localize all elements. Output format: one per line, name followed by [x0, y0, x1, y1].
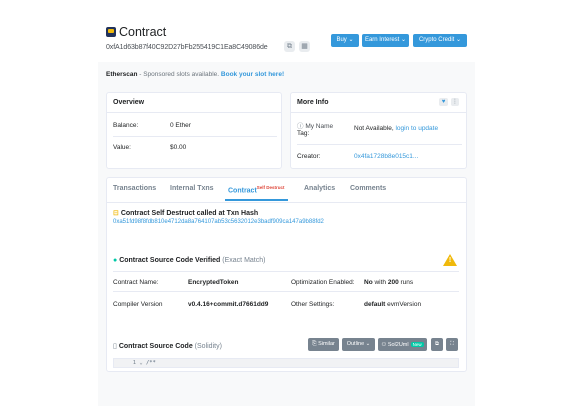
warning-icon: ⊟ [113, 210, 119, 217]
divider [107, 112, 281, 113]
tab-analytics[interactable]: Analytics [304, 185, 335, 192]
diagram-icon: ⚇ [381, 342, 387, 348]
similar-label: Similar [318, 341, 335, 347]
active-tab-indicator [225, 199, 288, 201]
optimization-value: No with 200 runs [364, 279, 413, 286]
login-to-update-link[interactable]: login to update [395, 125, 438, 132]
outline-label: Outline [346, 341, 365, 347]
name-tag-label-2: Tag: [297, 130, 310, 137]
self-destruct-txn-hash-link[interactable]: 0xa51fd98f8fdb810e4712da8a764107ab53c563… [113, 219, 324, 225]
source-code-language: (Solidity) [194, 343, 222, 350]
verified-subtitle: (Exact Match) [222, 257, 266, 264]
more-info-card: More Info ♥ ⋮ ⓘ My Name Tag: Not Availab… [290, 92, 467, 169]
other-settings-label: Other Settings: [291, 301, 335, 308]
self-destruct-title: Contract Self Destruct called at Txn Has… [120, 210, 259, 217]
divider [297, 144, 462, 145]
qr-code-icon[interactable]: ▦ [299, 41, 310, 52]
code-line-number: 1 [132, 360, 136, 366]
crypto-credit-button[interactable]: Crypto Credit ⌄ [413, 34, 467, 47]
contract-address[interactable]: 0xfA1d63b87f40C92D27bFb255419C1Ea8C49086… [106, 44, 268, 51]
contract-name-value: EncryptedToken [188, 279, 239, 286]
buy-button-label: Buy [336, 37, 347, 43]
sol2uml-label: Sol2Uml [387, 342, 409, 348]
overview-title: Overview [113, 99, 145, 106]
divider [291, 112, 466, 113]
divider [113, 136, 277, 137]
verified-heading: ● Contract Source Code Verified (Exact M… [113, 257, 265, 264]
value-amount: $0.00 [170, 144, 187, 151]
value-label: Value: [113, 144, 131, 151]
outline-button[interactable]: Outline ⌄ [342, 338, 375, 351]
self-destruct-badge: Self Destruct [256, 185, 285, 190]
tab-internal-txns[interactable]: Internal Txns [170, 185, 214, 192]
contract-logo-icon [106, 27, 116, 37]
page-title: Contract [119, 25, 167, 39]
page-header: Contract 0xfA1d63b87f40C92D27bFb255419C1… [98, 0, 475, 62]
similar-icon: ⎘ [312, 341, 317, 347]
other-settings-evm: evmVersion [385, 301, 422, 308]
balance-label: Balance: [113, 122, 139, 129]
warning-exclamation: ! [448, 257, 452, 264]
name-tag-value: Not Available, login to update [354, 125, 438, 132]
page: Contract 0xfA1d63b87f40C92D27bFb255419C1… [98, 0, 475, 406]
balance-value: 0 Ether [170, 122, 191, 129]
copy-icon[interactable]: ⧉ [284, 41, 295, 52]
tab-contract[interactable]: ContractSelf Destruct [228, 185, 285, 194]
buy-button[interactable]: Buy ⌄ [331, 34, 359, 47]
divider [106, 202, 467, 203]
source-code-heading: ▯ Contract Source Code (Solidity) [113, 342, 222, 350]
name-tag-label: ⓘ My Name [297, 120, 333, 130]
other-settings-value: default evmVersion [364, 301, 421, 308]
name-tag-value-text: Not Available, [354, 125, 396, 132]
sponsor-banner: Etherscan - Sponsored slots available. B… [106, 71, 284, 78]
compiler-version-value: v0.4.16+commit.d7661dd9 [188, 301, 269, 308]
optimization-label: Optimization Enabled: [291, 279, 355, 286]
verified-title: Contract Source Code Verified [119, 257, 221, 264]
self-destruct-notice: ⊟ Contract Self Destruct called at Txn H… [113, 209, 258, 217]
contract-name-label: Contract Name: [113, 279, 159, 286]
fold-toggle-icon[interactable]: ⌄ [139, 360, 142, 366]
copy-source-icon[interactable]: ⧉ [431, 338, 443, 351]
compiler-version-label: Compiler Version [113, 301, 163, 308]
heart-icon[interactable]: ♥ [439, 98, 448, 106]
code-line-text: /** [145, 360, 156, 366]
optimization-runs-unit: runs [398, 279, 414, 286]
similar-button[interactable]: ⎘ Similar [308, 338, 339, 351]
other-settings-default: default [364, 301, 386, 308]
more-info-title: More Info [297, 99, 329, 106]
sponsor-brand: Etherscan [106, 71, 138, 78]
optimization-flag: No [364, 279, 373, 286]
name-tag-label-1: My Name [305, 123, 334, 130]
sponsor-text: - Sponsored slots available. [137, 71, 221, 78]
file-code-icon: ▯ [113, 343, 117, 350]
divider [113, 291, 459, 292]
earn-interest-button[interactable]: Earn Interest ⌄ [362, 34, 409, 47]
crypto-credit-label: Crypto Credit [418, 37, 455, 43]
creator-address-link[interactable]: 0x4fa1728b8e015c1... [354, 153, 418, 160]
earn-interest-label: Earn Interest [364, 37, 400, 43]
help-icon: ⓘ [297, 123, 304, 130]
divider [113, 271, 459, 272]
sol2uml-button[interactable]: ⚇ Sol2Uml New [378, 338, 427, 351]
optimization-with: with [372, 279, 388, 286]
source-code-title: Contract Source Code [118, 343, 193, 350]
new-badge: New [410, 342, 424, 347]
tab-transactions[interactable]: Transactions [113, 185, 156, 192]
book-slot-link[interactable]: Book your slot here! [221, 71, 284, 78]
more-options-icon[interactable]: ⋮ [451, 98, 459, 106]
check-circle-icon: ● [113, 257, 118, 264]
tab-contract-label: Contract [228, 187, 257, 195]
optimization-runs: 200 [387, 279, 399, 286]
expand-icon[interactable]: ⛶ [446, 338, 458, 351]
overview-card: Overview Balance: 0 Ether Value: $0.00 [106, 92, 282, 169]
code-editor[interactable]: 1 ⌄ /** [113, 358, 459, 368]
creator-label: Creator: [297, 153, 321, 160]
tab-comments[interactable]: Comments [350, 185, 386, 192]
